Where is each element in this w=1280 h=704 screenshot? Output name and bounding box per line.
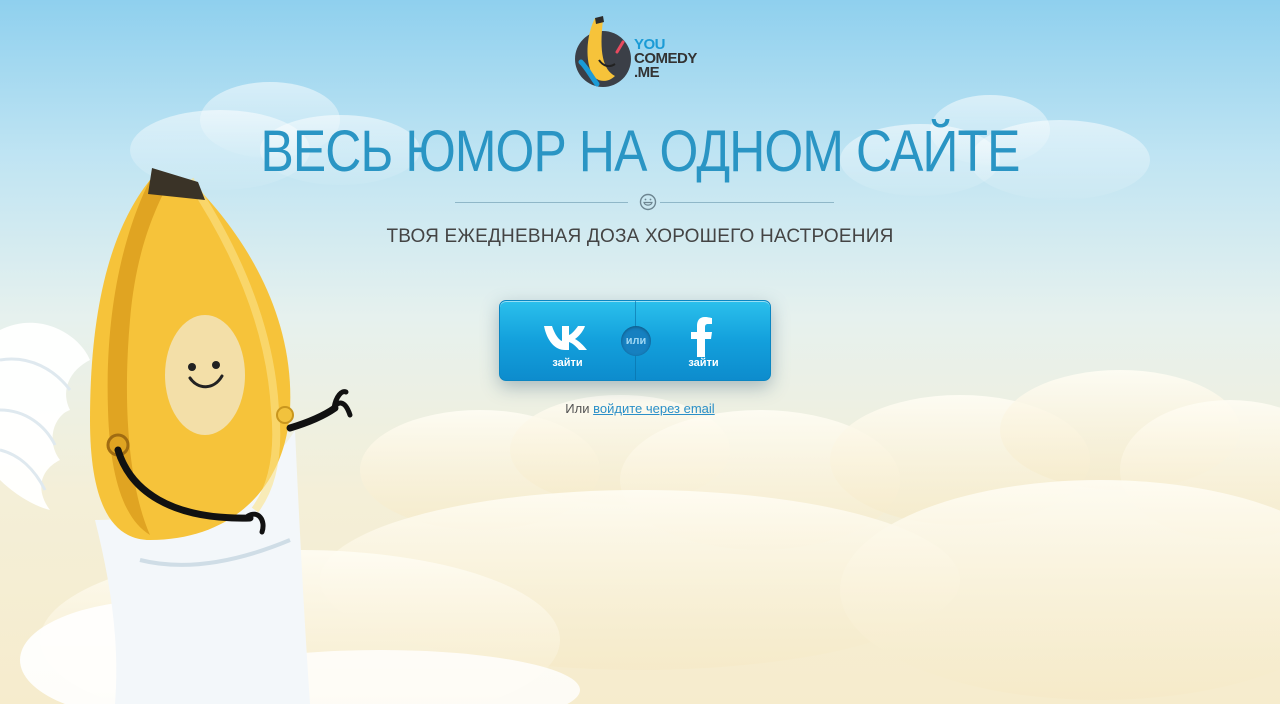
facebook-login-button[interactable]: зайти (635, 301, 771, 380)
logo-text-me: .ME (634, 64, 660, 81)
or-badge: или (621, 326, 651, 356)
page-subtitle: ТВОЯ ЕЖЕДНЕВНАЯ ДОЗА ХОРОШЕГО НАСТРОЕНИЯ (386, 226, 894, 247)
email-login-prefix: Или (565, 401, 590, 416)
vk-login-button[interactable]: зайти (500, 301, 635, 380)
divider-left (455, 202, 628, 203)
vk-icon (544, 326, 587, 350)
social-login-panel: зайти зайти или (499, 300, 771, 381)
facebook-login-label: зайти (688, 357, 719, 369)
page-background: YOU COMEDY .ME ВЕСЬ ЮМОР НА ОДНОМ САЙТЕ … (0, 0, 1280, 704)
smile-icon (639, 193, 657, 211)
facebook-icon (691, 317, 712, 357)
divider-right (660, 202, 834, 203)
email-login-line: Или войдите через email (0, 401, 1280, 416)
vk-login-label: зайти (552, 357, 583, 369)
banana-logo-icon (575, 16, 631, 87)
page-headline: ВЕСЬ ЮМОР НА ОДНОМ САЙТЕ (260, 119, 1020, 184)
site-logo[interactable]: YOU COMEDY .ME (573, 12, 713, 92)
email-login-link[interactable]: войдите через email (593, 401, 715, 416)
